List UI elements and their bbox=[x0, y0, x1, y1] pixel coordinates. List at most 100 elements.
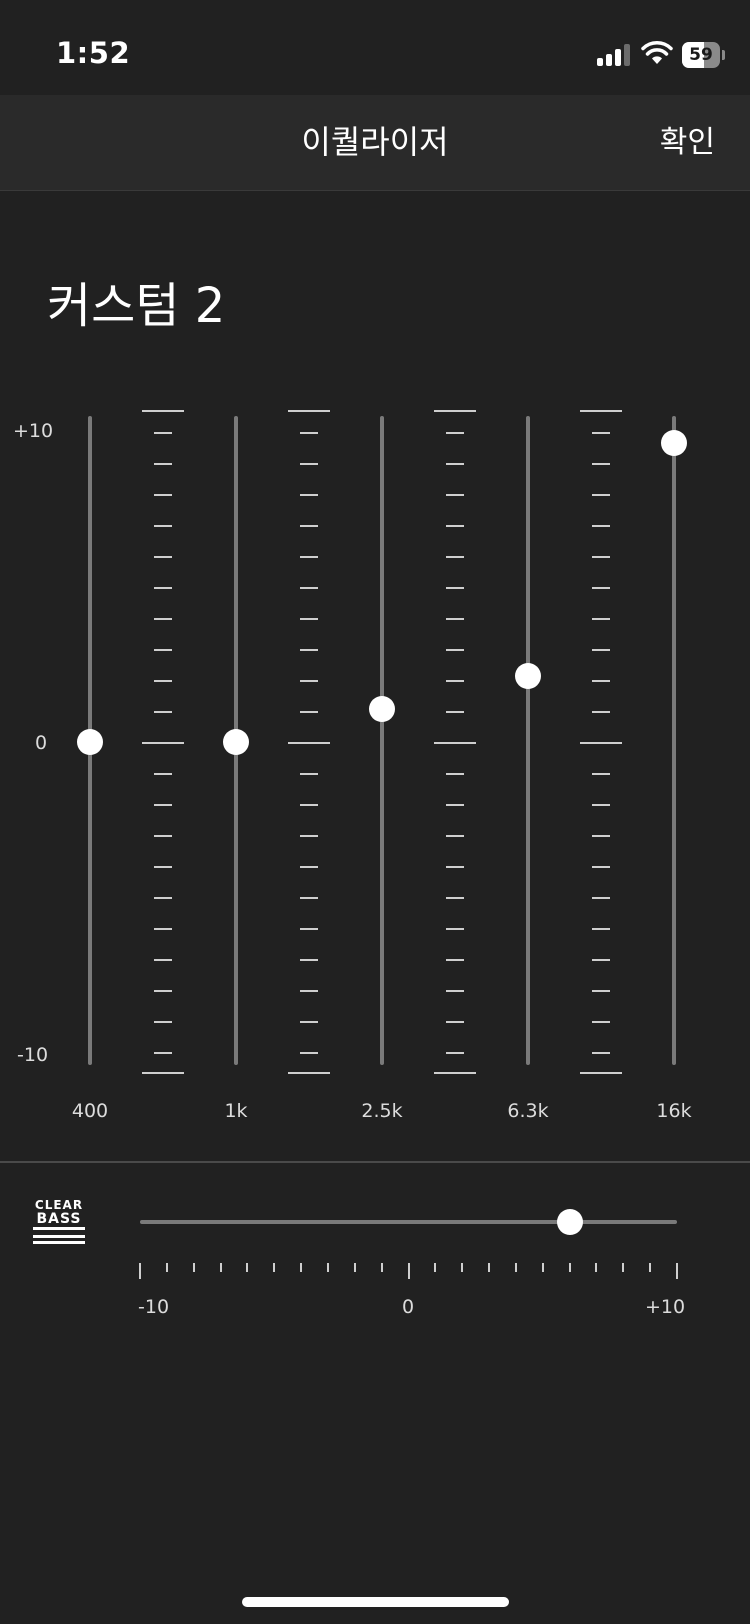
eq-band-track-16k[interactable] bbox=[672, 416, 676, 1065]
scale-tick bbox=[446, 525, 464, 527]
clear-bass-tick bbox=[300, 1263, 303, 1272]
scale-tick bbox=[300, 804, 318, 806]
scale-tick bbox=[300, 1052, 318, 1054]
scale-tick bbox=[154, 835, 172, 837]
scale-tick bbox=[300, 897, 318, 899]
clear-bass-logo: CLEAR BASS bbox=[33, 1199, 85, 1249]
scale-tick bbox=[142, 742, 184, 744]
clear-bass-tick bbox=[434, 1263, 437, 1272]
scale-tick bbox=[300, 525, 318, 527]
divider bbox=[0, 1161, 750, 1163]
scale-tick bbox=[446, 618, 464, 620]
scale-tick bbox=[154, 463, 172, 465]
scale-tick bbox=[592, 432, 610, 434]
eq-band-track-2.5k[interactable] bbox=[380, 416, 384, 1065]
scale-tick bbox=[154, 773, 172, 775]
eq-band-label: 2.5k bbox=[361, 1100, 403, 1122]
scale-tick bbox=[300, 618, 318, 620]
scale-tick bbox=[592, 494, 610, 496]
scale-tick bbox=[300, 649, 318, 651]
clear-bass-mid-label: 0 bbox=[402, 1296, 415, 1318]
clear-bass-tick bbox=[380, 1263, 383, 1272]
scale-tick bbox=[434, 410, 476, 412]
scale-tick bbox=[446, 556, 464, 558]
scale-tick bbox=[154, 990, 172, 992]
clear-bass-tick bbox=[326, 1263, 329, 1272]
scale-tick bbox=[154, 1052, 172, 1054]
wifi-icon bbox=[641, 41, 673, 64]
scale-tick bbox=[154, 1021, 172, 1023]
scale-tick bbox=[446, 897, 464, 899]
scale-tick bbox=[154, 525, 172, 527]
scale-tick bbox=[300, 773, 318, 775]
scale-tick bbox=[580, 1072, 622, 1074]
scale-tick bbox=[446, 959, 464, 961]
scale-tick bbox=[592, 525, 610, 527]
scale-tick bbox=[154, 587, 172, 589]
preset-name: 커스텀 2 bbox=[47, 278, 226, 334]
clear-bass-tick bbox=[192, 1263, 195, 1272]
clear-bass-tick bbox=[514, 1263, 517, 1272]
scale-tick bbox=[300, 587, 318, 589]
scale-tick bbox=[592, 1052, 610, 1054]
db-max-label: +10 bbox=[13, 420, 54, 442]
clear-bass-slider-knob[interactable] bbox=[556, 1209, 583, 1235]
scale-tick bbox=[300, 1021, 318, 1023]
scale-tick bbox=[592, 587, 610, 589]
clear-bass-min-label: -10 bbox=[138, 1296, 170, 1318]
scale-tick bbox=[592, 711, 610, 713]
scale-tick bbox=[592, 463, 610, 465]
eq-band-knob-2.5k[interactable] bbox=[369, 695, 395, 722]
status-bar: 1:52 59 bbox=[0, 0, 750, 95]
scale-tick bbox=[300, 494, 318, 496]
clear-bass-max-label: +10 bbox=[645, 1296, 686, 1318]
scale-tick bbox=[300, 711, 318, 713]
scale-tick bbox=[592, 773, 610, 775]
eq-band-knob-6.3k[interactable] bbox=[515, 662, 541, 689]
clear-bass-slider-track[interactable] bbox=[140, 1220, 677, 1224]
home-indicator bbox=[242, 1597, 509, 1607]
eq-band-label: 1k bbox=[224, 1100, 248, 1122]
scale-tick bbox=[592, 556, 610, 558]
clear-bass-tick bbox=[461, 1263, 464, 1272]
eq-band-knob-1k[interactable] bbox=[223, 729, 249, 755]
clear-bass-tick bbox=[595, 1263, 598, 1272]
scale-tick bbox=[154, 711, 172, 713]
scale-tick bbox=[446, 587, 464, 589]
scale-tick bbox=[434, 742, 476, 744]
scale-tick bbox=[154, 556, 172, 558]
scale-tick bbox=[446, 990, 464, 992]
scale-tick bbox=[154, 959, 172, 961]
confirm-button[interactable]: 확인 bbox=[660, 95, 715, 190]
scale-tick bbox=[300, 959, 318, 961]
clear-bass-tick bbox=[541, 1263, 544, 1272]
scale-tick bbox=[446, 494, 464, 496]
scale-tick bbox=[300, 866, 318, 868]
scale-tick bbox=[592, 866, 610, 868]
scale-tick bbox=[580, 742, 622, 744]
scale-tick bbox=[288, 1072, 330, 1074]
scale-tick bbox=[446, 773, 464, 775]
clear-bass-tick bbox=[273, 1263, 276, 1272]
clear-bass-tick bbox=[219, 1263, 222, 1272]
db-min-label: -10 bbox=[17, 1044, 49, 1066]
scale-tick bbox=[446, 1021, 464, 1023]
scale-tick bbox=[300, 432, 318, 434]
clear-bass-tick bbox=[676, 1263, 678, 1279]
scale-tick bbox=[592, 1021, 610, 1023]
scale-tick bbox=[154, 494, 172, 496]
scale-tick bbox=[154, 680, 172, 682]
scale-tick bbox=[592, 835, 610, 837]
scale-tick bbox=[300, 556, 318, 558]
page-title: 이퀄라이저 bbox=[301, 123, 449, 161]
scale-tick bbox=[592, 959, 610, 961]
eq-band-knob-400[interactable] bbox=[77, 729, 103, 755]
scale-tick bbox=[300, 835, 318, 837]
scale-tick bbox=[592, 990, 610, 992]
eq-band-knob-16k[interactable] bbox=[661, 430, 687, 456]
eq-band-track-6.3k[interactable] bbox=[526, 416, 530, 1065]
scale-tick bbox=[300, 928, 318, 930]
eq-band-label: 400 bbox=[71, 1100, 109, 1122]
scale-tick bbox=[434, 1072, 476, 1074]
scale-tick bbox=[592, 680, 610, 682]
